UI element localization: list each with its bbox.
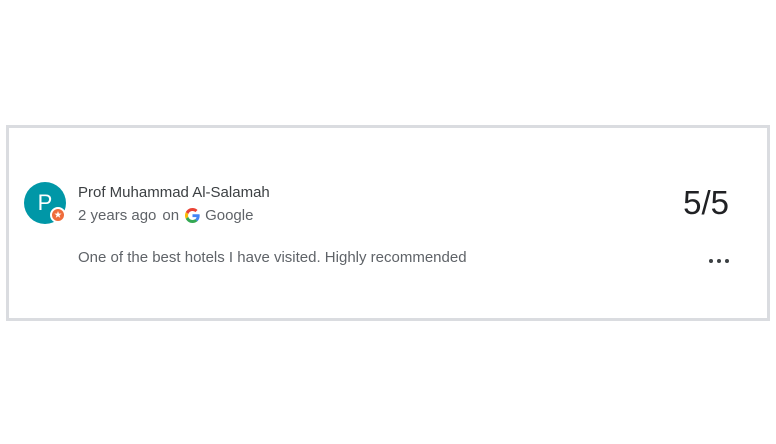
google-logo-icon bbox=[185, 208, 200, 223]
review-time: 2 years ago bbox=[78, 207, 157, 224]
review-meta: 2 years ago on Google bbox=[78, 207, 253, 224]
rating-score: 5/5 bbox=[683, 184, 729, 221]
local-guide-badge-icon bbox=[50, 207, 66, 223]
review-card: P Prof Muhammad Al-Salamah 2 years ago o… bbox=[6, 125, 770, 321]
more-options-icon[interactable] bbox=[709, 254, 729, 268]
review-text: One of the best hotels I have visited. H… bbox=[78, 249, 467, 266]
review-source: Google bbox=[205, 207, 254, 224]
reviewer-name[interactable]: Prof Muhammad Al-Salamah bbox=[78, 184, 270, 201]
review-on-text: on bbox=[162, 207, 180, 224]
